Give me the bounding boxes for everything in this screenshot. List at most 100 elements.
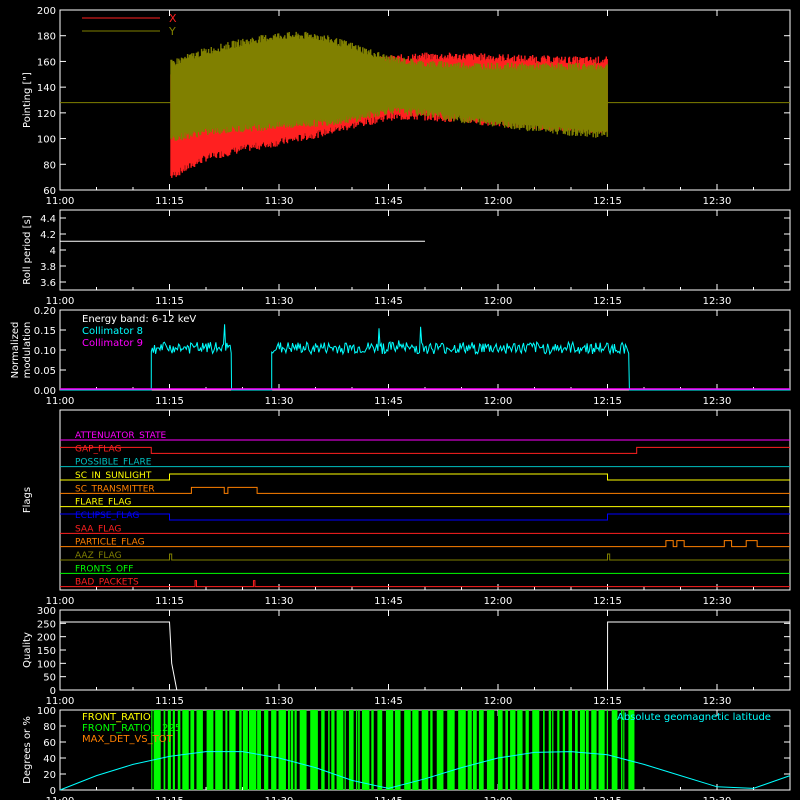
x-tick-label: 11:15 — [155, 696, 184, 707]
x-tick-label: 11:45 — [374, 596, 403, 607]
y-tick-label: 250 — [37, 619, 56, 630]
front-ratio-bar — [371, 710, 374, 790]
front-ratio-bar — [497, 710, 503, 790]
flag-label: ECLIPSE_FLAG — [75, 511, 139, 521]
x-tick-label: 11:30 — [265, 696, 294, 707]
flag-label: SC_IN_SUNLIGHT — [75, 471, 152, 481]
x-tick-label: 11:45 — [374, 196, 403, 207]
legend-label: FRONT_RATIO_1225 — [82, 723, 181, 734]
y-tick-label: 80 — [43, 722, 56, 733]
legend-label: X — [169, 12, 177, 25]
front-ratio-bar — [290, 710, 294, 790]
y-tick-label: 200 — [37, 633, 56, 644]
y-axis-label: Pointing ["] — [22, 72, 33, 128]
multi-panel-chart: 11:00 11:15 11:30 11:45 12:00 12:15 12:30 60 80 1… — [0, 0, 800, 800]
front-ratio-bar — [585, 710, 589, 790]
front-ratio-bar — [568, 710, 573, 790]
front-ratio-bar — [579, 710, 585, 790]
y-tick-label: 0.20 — [34, 306, 56, 317]
y-tick-label: 3.6 — [40, 278, 56, 289]
front-ratio-bar — [394, 710, 401, 790]
flag-label: SC_TRANSMITTER — [75, 484, 155, 494]
y-axis-label: Normalized — [10, 322, 21, 379]
y-tick-label: 200 — [37, 6, 56, 17]
y-tick-label: 0.15 — [34, 326, 56, 337]
front-ratio-bar — [215, 710, 223, 790]
front-ratio-bar — [153, 710, 161, 790]
x-tick-label: 12:30 — [703, 796, 732, 800]
y-tick-label: 300 — [37, 606, 56, 617]
front-ratio-bar — [151, 710, 153, 790]
front-ratio-bar — [310, 710, 318, 790]
front-ratio-bar — [606, 710, 609, 790]
front-ratio-bar — [486, 710, 495, 790]
x-tick-label: 11:45 — [374, 296, 403, 307]
legend-label: Collimator 9 — [82, 338, 143, 349]
y-tick-label: 160 — [37, 57, 56, 68]
x-tick-label: 11:00 — [46, 396, 75, 407]
x-tick-label: 12:00 — [484, 696, 513, 707]
y-tick-label: 4.4 — [40, 214, 56, 225]
legend-title: Energy band: 6-12 keV — [82, 314, 196, 325]
x-tick-label: 12:30 — [703, 396, 732, 407]
x-tick-label: 12:15 — [593, 696, 622, 707]
x-tick-label: 11:30 — [265, 296, 294, 307]
y-tick-label: 20 — [43, 770, 56, 781]
front-ratio-bar — [206, 710, 214, 790]
front-ratio-bar — [525, 710, 529, 790]
flag-label: BAD_PACKETS — [75, 578, 139, 588]
y-tick-label: 40 — [43, 754, 56, 765]
front-ratio-bar — [532, 710, 540, 790]
front-ratio-bar — [575, 710, 578, 790]
front-ratio-bar — [248, 710, 257, 790]
y-tick-label: 0.10 — [34, 346, 56, 357]
x-tick-label: 12:00 — [484, 796, 513, 800]
flag-label: SAA_FLAG — [75, 524, 121, 534]
x-tick-label: 11:15 — [155, 196, 184, 207]
front-ratio-bar — [552, 710, 554, 790]
front-ratio-bar — [355, 710, 358, 790]
front-ratio-bar — [377, 710, 383, 790]
front-ratio-bar — [321, 710, 325, 790]
legend-label: MAX_DET_VS_TOT — [82, 734, 174, 745]
front-ratio-bar — [264, 710, 269, 790]
front-ratio-bar — [196, 710, 203, 790]
x-tick-label: 11:45 — [374, 796, 403, 800]
x-tick-label: 11:45 — [374, 696, 403, 707]
x-tick-label: 12:15 — [593, 296, 622, 307]
flag-label: PARTICLE_FLAG — [75, 538, 145, 548]
x-tick-label: 11:45 — [374, 396, 403, 407]
y-tick-label: 140 — [37, 83, 56, 94]
y-tick-label: 180 — [37, 32, 56, 43]
front-ratio-bar — [299, 710, 307, 790]
y-tick-label: 100 — [37, 135, 56, 146]
front-ratio-bar — [278, 710, 286, 790]
x-tick-label: 12:15 — [593, 396, 622, 407]
front-ratio-bar — [543, 710, 545, 790]
x-tick-label: 12:15 — [593, 596, 622, 607]
x-tick-label: 12:30 — [703, 296, 732, 307]
front-ratio-bar — [336, 710, 344, 790]
front-ratio-bar — [348, 710, 354, 790]
y-tick-label: 60 — [43, 738, 56, 749]
front-ratio-bar — [190, 710, 195, 790]
x-tick-label: 11:15 — [155, 296, 184, 307]
legend-label: Collimator 8 — [82, 326, 143, 337]
y-tick-label: 100 — [37, 706, 56, 717]
x-tick-label: 12:00 — [484, 396, 513, 407]
y-tick-label: 100 — [37, 659, 56, 670]
front-ratio-bar — [412, 710, 419, 790]
front-ratio-bar — [358, 710, 360, 790]
x-tick-label: 12:00 — [484, 596, 513, 607]
x-tick-label: 11:30 — [265, 396, 294, 407]
legend-label: Y — [168, 25, 176, 38]
front-ratio-bar — [505, 710, 508, 790]
flag-label: GAP_FLAG — [75, 444, 121, 454]
front-ratio-bar — [598, 710, 605, 790]
flag-label: ATTENUATOR_STATE — [75, 431, 167, 441]
x-tick-label: 12:15 — [593, 796, 622, 800]
front-ratio-bar — [548, 710, 552, 790]
y-tick-label: 0.05 — [34, 366, 56, 377]
y-axis-label: Flags — [22, 487, 33, 513]
y-axis-label: Roll period [s] — [22, 215, 33, 284]
